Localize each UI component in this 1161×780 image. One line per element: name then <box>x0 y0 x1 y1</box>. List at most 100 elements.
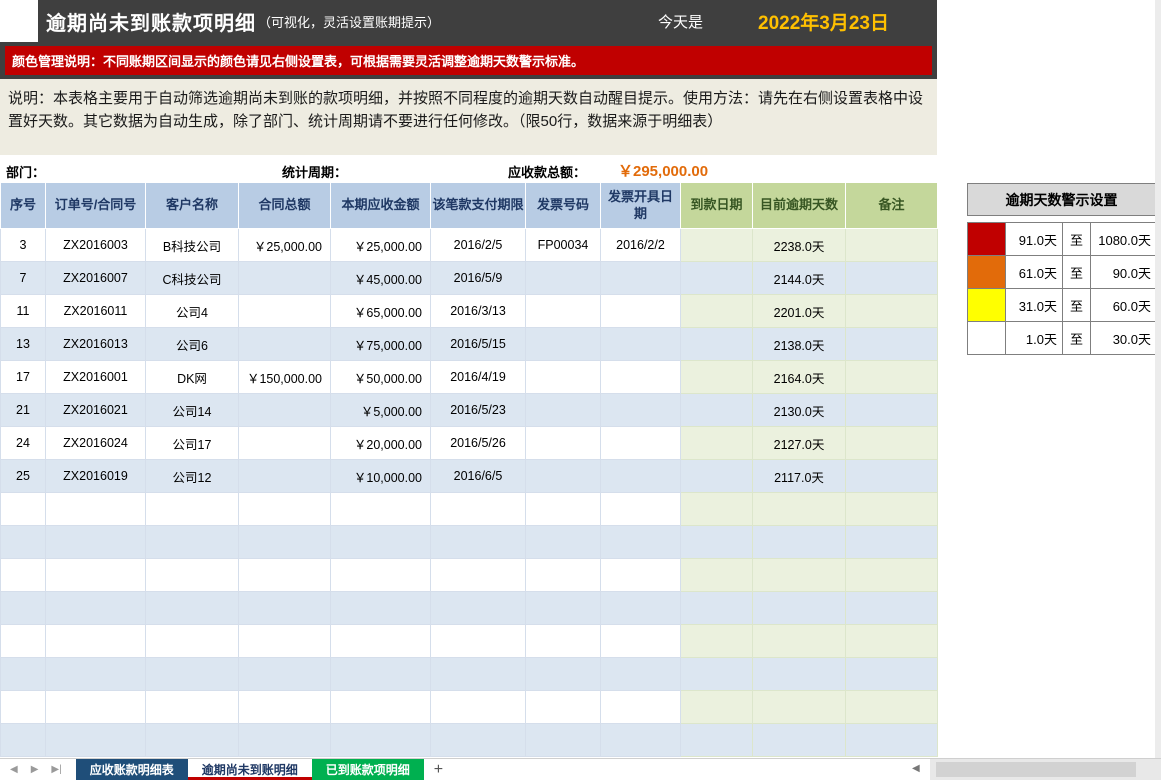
cell-invoice-no[interactable] <box>525 261 601 295</box>
cell-due-date[interactable]: 2016/5/9 <box>430 261 526 295</box>
cell-customer[interactable] <box>145 525 239 559</box>
cell-receivable[interactable] <box>330 657 431 691</box>
range-from[interactable]: 61.0天 <box>1005 255 1063 289</box>
cell-due-date[interactable] <box>430 624 526 658</box>
cell-order-no[interactable]: ZX2016007 <box>45 261 146 295</box>
range-from[interactable]: 1.0天 <box>1005 321 1063 355</box>
cell-note[interactable] <box>845 525 938 559</box>
cell-order-no[interactable] <box>45 591 146 625</box>
cell-overdue-days[interactable] <box>752 591 846 625</box>
cell-due-date[interactable] <box>430 492 526 526</box>
cell-contract-total[interactable] <box>238 558 331 592</box>
nav-next-icon[interactable]: ▶ <box>31 764 39 775</box>
cell-seq[interactable]: 21 <box>0 393 46 427</box>
cell-invoice-date[interactable] <box>600 690 681 724</box>
hscroll-left-icon[interactable]: ◀ <box>912 763 920 774</box>
cell-note[interactable] <box>845 690 938 724</box>
cell-due-date[interactable]: 2016/2/5 <box>430 228 526 262</box>
cell-seq[interactable] <box>0 657 46 691</box>
cell-order-no[interactable]: ZX2016019 <box>45 459 146 493</box>
cell-overdue-days[interactable] <box>752 558 846 592</box>
cell-receivable[interactable]: ￥5,000.00 <box>330 393 431 427</box>
range-from[interactable]: 91.0天 <box>1005 222 1063 256</box>
cell-order-no[interactable] <box>45 525 146 559</box>
cell-order-no[interactable]: ZX2016011 <box>45 294 146 328</box>
cell-receivable[interactable] <box>330 591 431 625</box>
cell-customer[interactable]: 公司17 <box>145 426 239 460</box>
cell-contract-total[interactable] <box>238 261 331 295</box>
cell-received-date[interactable] <box>680 228 753 262</box>
cell-invoice-date[interactable] <box>600 657 681 691</box>
cell-receivable[interactable]: ￥25,000.00 <box>330 228 431 262</box>
cell-invoice-date[interactable] <box>600 426 681 460</box>
range-to[interactable]: 30.0天 <box>1090 321 1157 355</box>
cell-seq[interactable]: 7 <box>0 261 46 295</box>
cell-received-date[interactable] <box>680 261 753 295</box>
cell-seq[interactable] <box>0 624 46 658</box>
cell-customer[interactable] <box>145 723 239 757</box>
cell-receivable[interactable] <box>330 723 431 757</box>
sheet-tab-2[interactable]: 逾期尚未到账明细 <box>187 759 312 780</box>
cell-seq[interactable]: 24 <box>0 426 46 460</box>
cell-due-date[interactable]: 2016/5/23 <box>430 393 526 427</box>
cell-invoice-no[interactable] <box>525 294 601 328</box>
cell-due-date[interactable]: 2016/6/5 <box>430 459 526 493</box>
cell-note[interactable] <box>845 261 938 295</box>
cell-contract-total[interactable] <box>238 624 331 658</box>
cell-received-date[interactable] <box>680 327 753 361</box>
cell-invoice-no[interactable] <box>525 459 601 493</box>
cell-due-date[interactable] <box>430 690 526 724</box>
cell-customer[interactable] <box>145 657 239 691</box>
cell-invoice-date[interactable] <box>600 327 681 361</box>
range-to[interactable]: 90.0天 <box>1090 255 1157 289</box>
cell-overdue-days[interactable]: 2164.0天 <box>752 360 846 394</box>
cell-note[interactable] <box>845 492 938 526</box>
cell-invoice-no[interactable] <box>525 558 601 592</box>
cell-invoice-date[interactable] <box>600 591 681 625</box>
cell-contract-total[interactable] <box>238 294 331 328</box>
cell-note[interactable] <box>845 657 938 691</box>
cell-order-no[interactable] <box>45 492 146 526</box>
color-swatch[interactable] <box>967 288 1006 322</box>
cell-seq[interactable] <box>0 558 46 592</box>
cell-seq[interactable]: 11 <box>0 294 46 328</box>
vertical-scrollbar[interactable] <box>1155 0 1161 758</box>
cell-received-date[interactable] <box>680 294 753 328</box>
cell-overdue-days[interactable]: 2138.0天 <box>752 327 846 361</box>
cell-received-date[interactable] <box>680 558 753 592</box>
color-swatch[interactable] <box>967 222 1006 256</box>
cell-overdue-days[interactable] <box>752 657 846 691</box>
cell-customer[interactable] <box>145 558 239 592</box>
cell-overdue-days[interactable]: 2238.0天 <box>752 228 846 262</box>
cell-note[interactable] <box>845 360 938 394</box>
cell-note[interactable] <box>845 723 938 757</box>
cell-invoice-date[interactable] <box>600 492 681 526</box>
cell-contract-total[interactable] <box>238 426 331 460</box>
cell-received-date[interactable] <box>680 426 753 460</box>
cell-invoice-date[interactable] <box>600 558 681 592</box>
cell-overdue-days[interactable]: 2130.0天 <box>752 393 846 427</box>
color-swatch[interactable] <box>967 255 1006 289</box>
cell-contract-total[interactable] <box>238 525 331 559</box>
cell-overdue-days[interactable]: 2117.0天 <box>752 459 846 493</box>
cell-order-no[interactable]: ZX2016024 <box>45 426 146 460</box>
cell-customer[interactable]: 公司6 <box>145 327 239 361</box>
cell-note[interactable] <box>845 558 938 592</box>
cell-receivable[interactable] <box>330 525 431 559</box>
horizontal-scrollbar[interactable] <box>930 759 1161 780</box>
cell-note[interactable] <box>845 228 938 262</box>
cell-overdue-days[interactable]: 2144.0天 <box>752 261 846 295</box>
cell-overdue-days[interactable] <box>752 723 846 757</box>
cell-invoice-no[interactable] <box>525 591 601 625</box>
cell-contract-total[interactable] <box>238 591 331 625</box>
cell-seq[interactable] <box>0 690 46 724</box>
cell-receivable[interactable] <box>330 558 431 592</box>
cell-overdue-days[interactable] <box>752 525 846 559</box>
cell-note[interactable] <box>845 393 938 427</box>
cell-receivable[interactable]: ￥50,000.00 <box>330 360 431 394</box>
cell-contract-total[interactable] <box>238 492 331 526</box>
cell-received-date[interactable] <box>680 723 753 757</box>
cell-customer[interactable]: C科技公司 <box>145 261 239 295</box>
cell-customer[interactable] <box>145 492 239 526</box>
cell-received-date[interactable] <box>680 624 753 658</box>
